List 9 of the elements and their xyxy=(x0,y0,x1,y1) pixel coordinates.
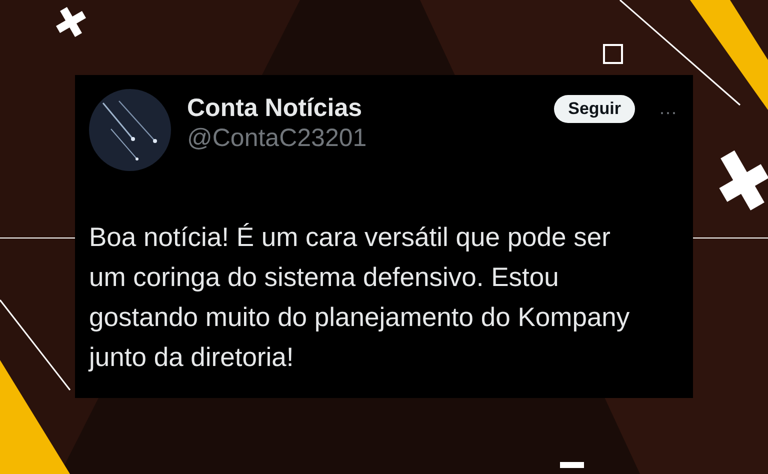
square-outline xyxy=(603,44,623,64)
post-text: Boa notícia! É um cara versátil que pode ser um coringa do sistema defensivo. Estou gostando muito do planejamento do Kompany junto da diretoria! xyxy=(89,221,631,374)
dash-shape xyxy=(560,462,584,468)
author-handle: @ContaC23201 xyxy=(187,122,368,152)
cross-shape xyxy=(56,7,86,37)
author-name: Conta Notícias xyxy=(187,95,364,122)
cross-shape xyxy=(719,150,768,210)
more-button[interactable]: ··· xyxy=(659,103,677,121)
follow-button[interactable]: Seguir xyxy=(554,95,636,124)
